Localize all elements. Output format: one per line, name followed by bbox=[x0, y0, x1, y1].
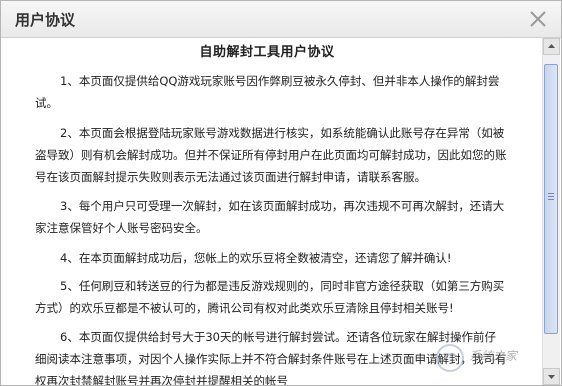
paragraph-3: 3、每个用户只可受理一次解封，如在该页面解封成功，再次违规不可再次解封，还请大家… bbox=[35, 199, 505, 235]
grip-line-icon bbox=[548, 193, 554, 194]
paragraph-1: 1、本页面仅提供给QQ游戏玩家账号因作弊刷豆被永久停封、但并非本人操作的解封尝试… bbox=[35, 74, 500, 110]
close-icon[interactable] bbox=[529, 10, 547, 28]
agreement-dialog: 用户协议 自助解封工具用户协议 1、本页面仅提供给QQ游戏玩家账号因作弊刷豆被永… bbox=[0, 0, 562, 386]
dialog-titlebar: 用户协议 bbox=[1, 1, 561, 38]
grip-line-icon bbox=[548, 196, 554, 197]
scroll-up-button[interactable] bbox=[543, 38, 560, 55]
dialog-title: 用户协议 bbox=[15, 11, 76, 29]
arrow-up-icon bbox=[548, 44, 555, 48]
paragraph-5: 5、任何刷豆和转送豆的行为都是违反游戏规则的，同时非官方途径获取（如第三方购买方… bbox=[35, 279, 505, 315]
scroll-thumb[interactable] bbox=[544, 64, 558, 334]
paragraph-4: 4、在本页面解封成功后，您帐上的欢乐豆将全数被清空，还请您了解并确认! bbox=[60, 251, 452, 265]
watermark-text: 系统之家 bbox=[469, 349, 518, 363]
agreement-content: 自助解封工具用户协议 1、本页面仅提供给QQ游戏玩家账号因作弊刷豆被永久停封、但… bbox=[1, 38, 533, 385]
grip-line-icon bbox=[548, 199, 554, 200]
agreement-heading: 自助解封工具用户协议 bbox=[199, 45, 335, 60]
watermark: 系统之家 bbox=[435, 339, 555, 379]
watermark-logo-icon bbox=[436, 344, 464, 372]
vertical-scrollbar[interactable] bbox=[542, 38, 560, 385]
paragraph-2: 2、本页面会根据登陆玩家账号游戏数据进行核实，如系统能确认此账号存在异常（如被盗… bbox=[35, 126, 507, 184]
